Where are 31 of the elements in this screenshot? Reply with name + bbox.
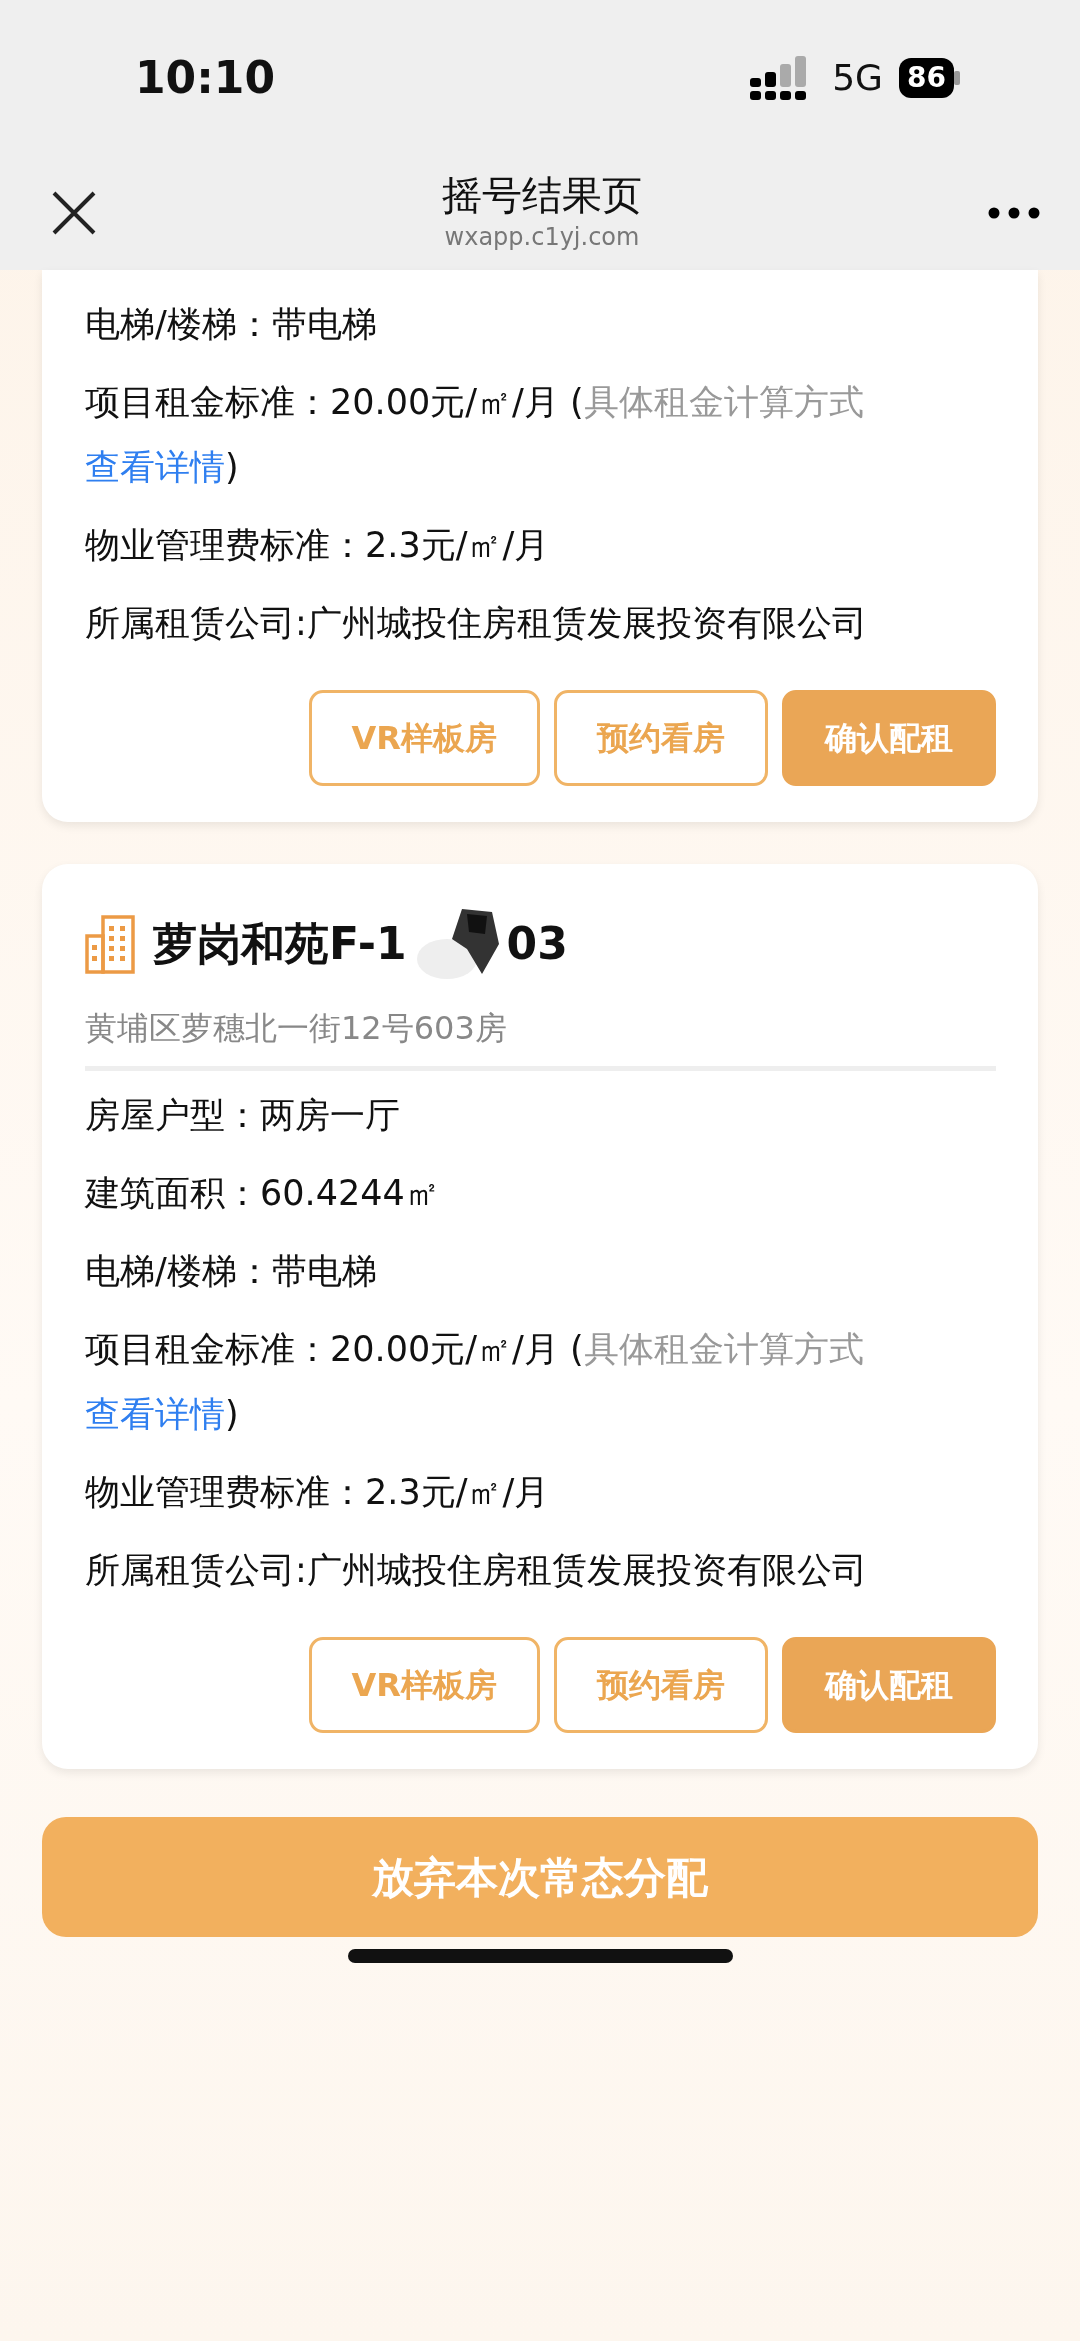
close-icon[interactable] bbox=[52, 190, 96, 235]
detail-row-text: 物业管理费标准：2.3元/㎡/月 bbox=[85, 524, 551, 567]
listing-address: 黄埔区萝穗北一街12号603房 bbox=[85, 1008, 508, 1049]
more-icon[interactable] bbox=[988, 206, 1040, 219]
give-up-button[interactable]: 放弃本次常态分配 bbox=[42, 1817, 1038, 1937]
detail-row-text: 物业管理费标准：2.3元/㎡/月 bbox=[85, 1471, 551, 1514]
battery-tip-icon bbox=[954, 70, 960, 85]
detail-row-text: 电梯/楼梯：带电梯 bbox=[85, 1250, 378, 1293]
network-label: 5G bbox=[832, 55, 884, 100]
building-icon bbox=[85, 914, 135, 974]
detail-row-text: 电梯/楼梯：带电梯 bbox=[85, 303, 378, 346]
action-button[interactable]: 确认配租 bbox=[782, 1637, 996, 1733]
action-button[interactable]: VR样板房 bbox=[308, 1637, 540, 1733]
action-button[interactable]: 预约看房 bbox=[554, 1637, 768, 1733]
detail-row-text: 所属租赁公司:广州城投住房租赁发展投资有限公司 bbox=[85, 602, 868, 645]
status-time: 10:10 bbox=[135, 50, 276, 105]
listing-title: 03 bbox=[506, 917, 568, 971]
battery-level: 86 bbox=[899, 57, 954, 98]
detail-row-text: 建筑面积：60.4244㎡ bbox=[85, 1172, 441, 1215]
action-button[interactable]: VR样板房 bbox=[308, 690, 540, 786]
page-url: wxapp.c1yj.com bbox=[443, 221, 641, 253]
listing-title: 萝岗和苑F-1 bbox=[153, 917, 407, 971]
page-title: 摇号结果页 bbox=[442, 170, 642, 219]
details-link[interactable]: 查看详情 bbox=[85, 447, 225, 487]
detail-row-text: 项目租金标准：20.00元/㎡/月 (具体租金计算方式 查看详情) bbox=[85, 381, 865, 489]
detail-row-text: 项目租金标准：20.00元/㎡/月 (具体租金计算方式 查看详情) bbox=[85, 1328, 865, 1436]
action-button[interactable]: 确认配租 bbox=[782, 690, 996, 786]
detail-row-text: 所属租赁公司:广州城投住房租赁发展投资有限公司 bbox=[85, 1549, 868, 1592]
details-link[interactable]: 查看详情 bbox=[85, 1394, 225, 1434]
action-button[interactable]: 预约看房 bbox=[554, 690, 768, 786]
detail-row-text: 房屋户型：两房一厅 bbox=[85, 1094, 401, 1137]
